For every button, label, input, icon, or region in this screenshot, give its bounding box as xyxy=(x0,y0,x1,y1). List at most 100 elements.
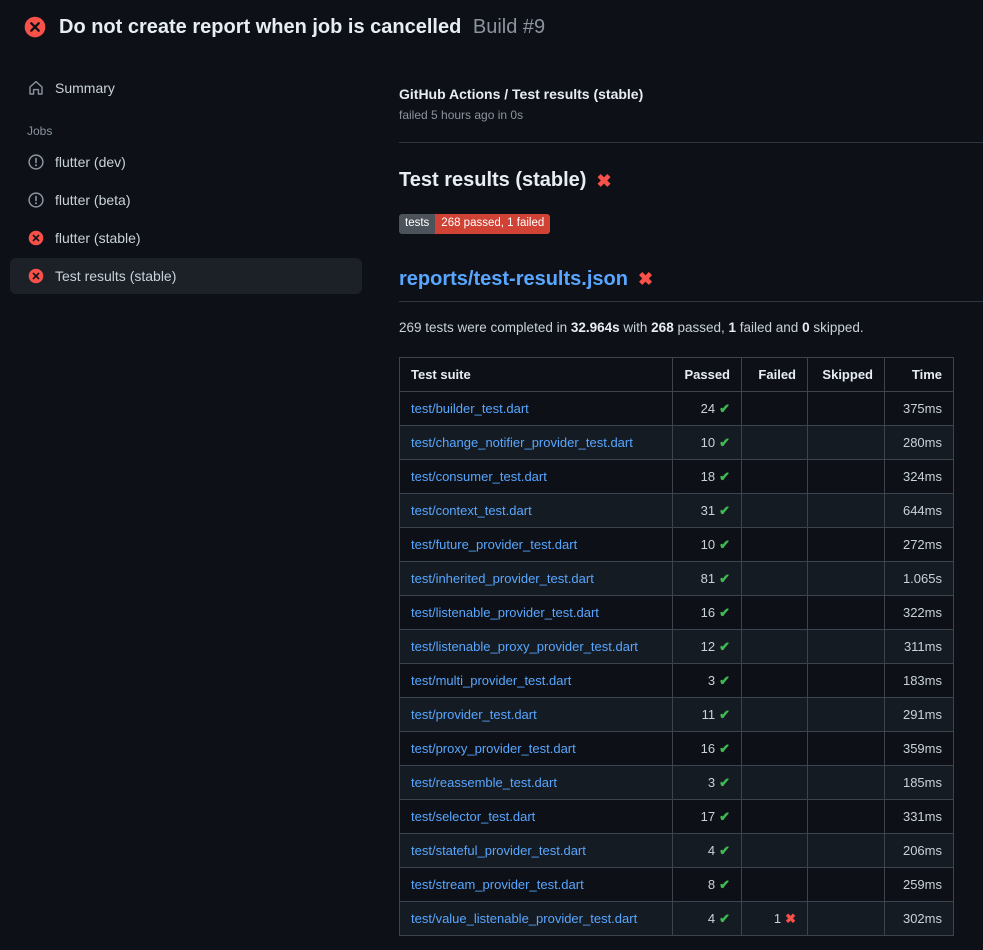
passed-value: 8 xyxy=(708,877,715,892)
table-row: test/inherited_provider_test.dart 81✔ 1.… xyxy=(400,561,954,595)
passed-cell: 3✔ xyxy=(673,765,742,799)
sidebar-item-summary[interactable]: Summary xyxy=(10,70,362,106)
failed-value: 1 xyxy=(774,911,781,926)
sidebar-item-flutter-stable[interactable]: flutter (stable) xyxy=(10,220,362,256)
check-icon: ✔ xyxy=(719,605,730,620)
skipped-cell xyxy=(808,663,885,697)
summary-passed: 268 xyxy=(651,320,674,335)
suite-link[interactable]: test/listenable_provider_test.dart xyxy=(411,605,599,620)
suite-link[interactable]: test/selector_test.dart xyxy=(411,809,535,824)
suite-link[interactable]: test/reassemble_test.dart xyxy=(411,775,557,790)
failed-cell xyxy=(742,527,808,561)
badge-value: 268 passed, 1 failed xyxy=(435,214,550,234)
failed-cell xyxy=(742,629,808,663)
run-status-line: failed 5 hours ago in 0s xyxy=(399,108,983,122)
passed-value: 4 xyxy=(708,911,715,926)
suite-link[interactable]: test/change_notifier_provider_test.dart xyxy=(411,435,633,450)
time-cell: 311ms xyxy=(885,629,954,663)
skipped-cell xyxy=(808,901,885,935)
time-cell: 302ms xyxy=(885,901,954,935)
suite-link[interactable]: test/stateful_provider_test.dart xyxy=(411,843,586,858)
skipped-cell xyxy=(808,799,885,833)
passed-cell: 16✔ xyxy=(673,731,742,765)
check-icon: ✔ xyxy=(719,571,730,586)
time-cell: 183ms xyxy=(885,663,954,697)
table-row: test/consumer_test.dart 18✔ 324ms xyxy=(400,459,954,493)
check-icon: ✔ xyxy=(719,537,730,552)
passed-value: 31 xyxy=(701,503,715,518)
failed-cell xyxy=(742,697,808,731)
passed-value: 16 xyxy=(701,605,715,620)
failed-status-icon xyxy=(24,16,46,38)
suite-link[interactable]: test/provider_test.dart xyxy=(411,707,537,722)
suite-link[interactable]: test/value_listenable_provider_test.dart xyxy=(411,911,637,926)
x-circle-icon xyxy=(28,268,44,284)
time-cell: 272ms xyxy=(885,527,954,561)
breadcrumb: GitHub Actions / Test results (stable) xyxy=(399,86,983,102)
summary-text: skipped. xyxy=(810,320,864,335)
suite-link[interactable]: test/inherited_provider_test.dart xyxy=(411,571,594,586)
suite-link[interactable]: test/consumer_test.dart xyxy=(411,469,547,484)
section-title-text: Test results (stable) xyxy=(399,169,586,192)
table-header-row: Test suite Passed Failed Skipped Time xyxy=(400,357,954,391)
suite-link[interactable]: test/future_provider_test.dart xyxy=(411,537,577,552)
suite-link[interactable]: test/listenable_proxy_provider_test.dart xyxy=(411,639,638,654)
time-cell: 324ms xyxy=(885,459,954,493)
passed-value: 4 xyxy=(708,843,715,858)
build-number: Build #9 xyxy=(473,16,545,38)
failed-cell xyxy=(742,493,808,527)
sidebar-item-flutter-dev[interactable]: flutter (dev) xyxy=(10,144,362,180)
passed-cell: 4✔ xyxy=(673,901,742,935)
summary-line: 269 tests were completed in 32.964s with… xyxy=(399,320,983,335)
time-cell: 322ms xyxy=(885,595,954,629)
skipped-cell xyxy=(808,629,885,663)
failed-cell xyxy=(742,391,808,425)
report-link[interactable]: reports/test-results.json xyxy=(399,268,628,291)
jobs-section-label: Jobs xyxy=(10,108,362,144)
passed-value: 12 xyxy=(701,639,715,654)
skipped-cell xyxy=(808,731,885,765)
report-title: reports/test-results.json ✖ xyxy=(399,268,983,302)
passed-cell: 18✔ xyxy=(673,459,742,493)
passed-cell: 17✔ xyxy=(673,799,742,833)
sidebar-item-flutter-beta[interactable]: flutter (beta) xyxy=(10,182,362,218)
failed-cell xyxy=(742,663,808,697)
suite-link[interactable]: test/multi_provider_test.dart xyxy=(411,673,571,688)
check-icon: ✔ xyxy=(719,401,730,416)
check-icon: ✔ xyxy=(719,639,730,654)
run-title: Do not create report when job is cancell… xyxy=(59,16,461,38)
table-row: test/reassemble_test.dart 3✔ 185ms xyxy=(400,765,954,799)
sidebar-item-label: flutter (dev) xyxy=(55,154,126,170)
home-icon xyxy=(28,80,44,96)
passed-value: 3 xyxy=(708,673,715,688)
skipped-cell xyxy=(808,527,885,561)
skipped-cell xyxy=(808,867,885,901)
test-table-body: test/builder_test.dart 24✔ 375ms test/ch… xyxy=(400,391,954,935)
suite-link[interactable]: test/proxy_provider_test.dart xyxy=(411,741,576,756)
suite-link[interactable]: test/builder_test.dart xyxy=(411,401,529,416)
table-row: test/listenable_provider_test.dart 16 ✔ 3… xyxy=(400,595,954,629)
passed-value: 81 xyxy=(701,571,715,586)
summary-failed: 1 xyxy=(729,320,737,335)
suite-link[interactable]: test/stream_provider_test.dart xyxy=(411,877,584,892)
sidebar-item-test-results-stable[interactable]: Test results (stable) xyxy=(10,258,362,294)
check-icon: ✔ xyxy=(719,503,730,518)
check-run-header: Do not create report when job is cancell… xyxy=(0,0,983,50)
passed-value: 10 xyxy=(701,537,715,552)
col-header-test-suite: Test suite xyxy=(400,357,673,391)
skipped-cell xyxy=(808,425,885,459)
skipped-cell xyxy=(808,391,885,425)
section-title: Test results (stable) ✖ xyxy=(399,169,983,192)
passed-cell: 81 ✔ xyxy=(673,561,742,595)
suite-link[interactable]: test/context_test.dart xyxy=(411,503,532,518)
summary-text: 269 tests were completed in xyxy=(399,320,571,335)
failed-cell xyxy=(742,425,808,459)
check-icon: ✔ xyxy=(719,673,730,688)
passed-cell: 16 ✔ xyxy=(673,595,742,629)
time-cell: 206ms xyxy=(885,833,954,867)
passed-cell: 4✔ xyxy=(673,833,742,867)
col-header-time: Time xyxy=(885,357,954,391)
failed-cell xyxy=(742,867,808,901)
check-icon: ✔ xyxy=(719,911,730,926)
check-icon: ✔ xyxy=(719,707,730,722)
